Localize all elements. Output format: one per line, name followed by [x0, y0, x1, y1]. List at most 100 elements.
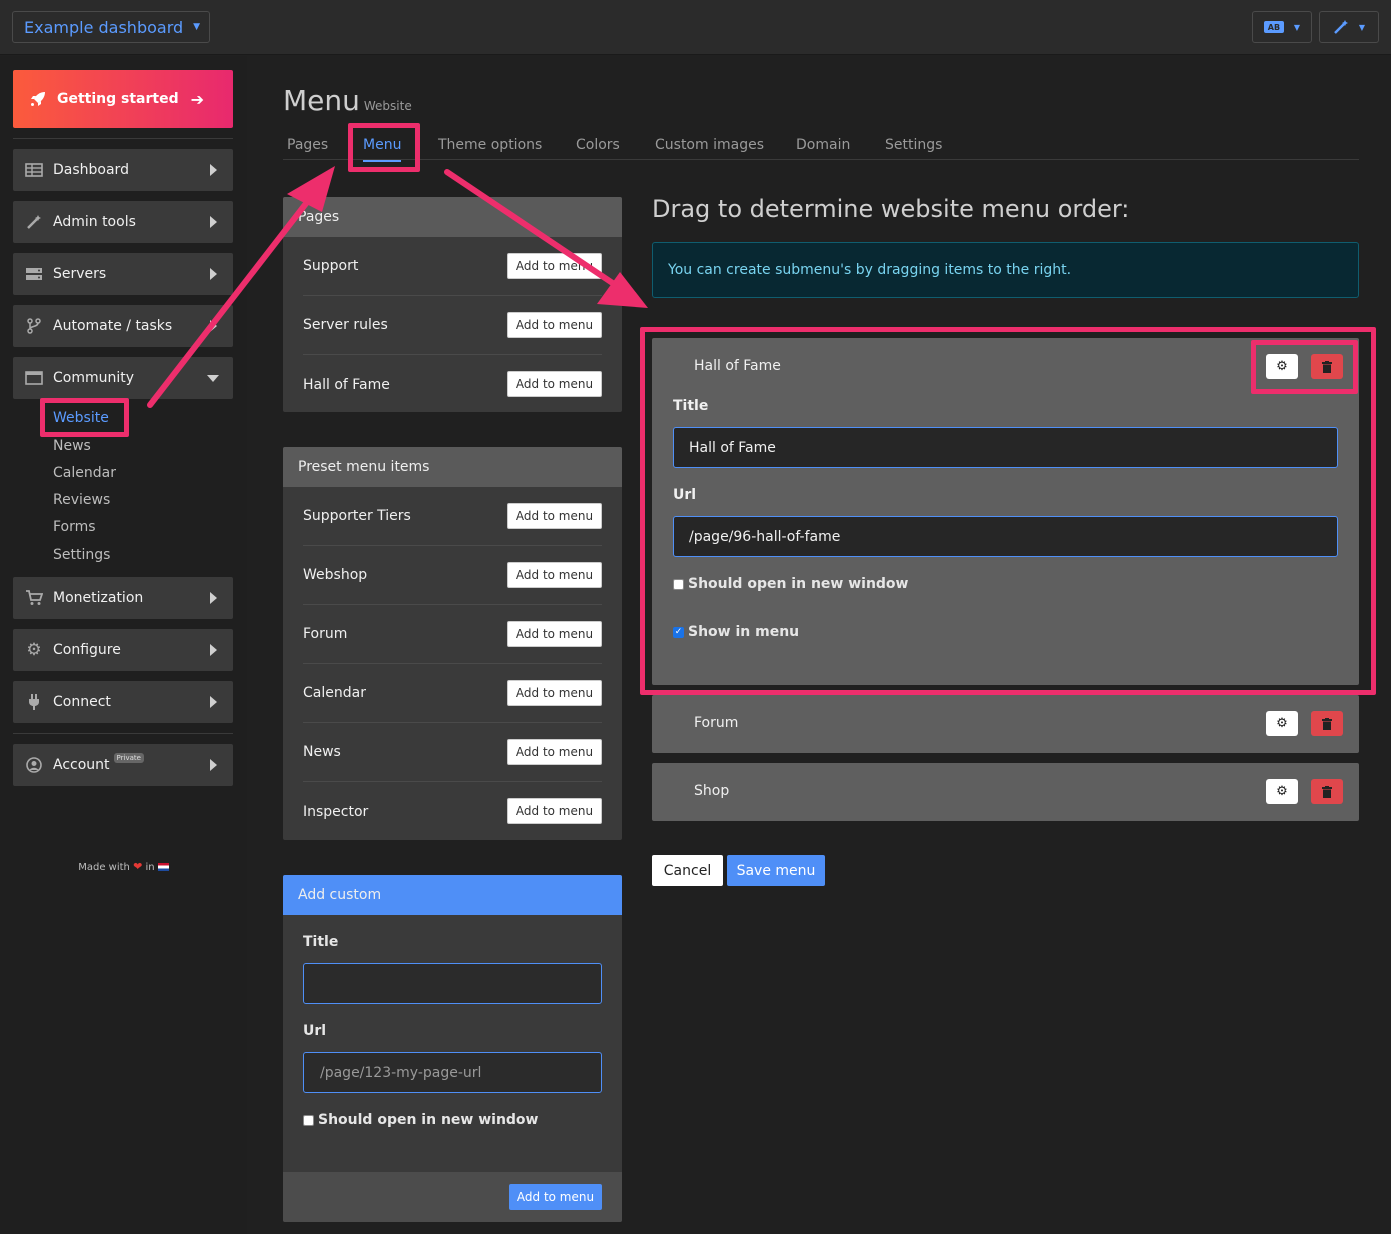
sidebar-subitem-news[interactable]: News [53, 438, 91, 454]
menu-item-shop[interactable]: Shop ⚙ [652, 763, 1359, 821]
add-to-menu-button[interactable]: Add to menu [507, 503, 602, 529]
translate-icon: AB [1264, 21, 1284, 33]
list-item: NewsAdd to menu [303, 723, 602, 782]
sidebar-item-monetization[interactable]: Monetization [13, 577, 233, 619]
sidebar-item-servers[interactable]: Servers [13, 253, 233, 295]
private-badge: Private [114, 753, 144, 763]
sidebar-item-configure[interactable]: ⚙ Configure [13, 629, 233, 671]
settings-button[interactable]: ⚙ [1266, 354, 1298, 379]
sidebar-item-admin-tools[interactable]: Admin tools [13, 201, 233, 243]
add-to-menu-button[interactable]: Add to menu [507, 739, 602, 765]
sidebar-subitem-reviews[interactable]: Reviews [53, 492, 110, 508]
add-to-menu-button[interactable]: Add to menu [507, 621, 602, 647]
getting-started-label: Getting started [57, 91, 179, 107]
settings-button[interactable]: ⚙ [1266, 711, 1298, 736]
caret-down-icon [207, 375, 219, 382]
custom-new-window-checkbox[interactable]: Should open in new window [303, 1112, 539, 1128]
add-custom-to-menu-button[interactable]: Add to menu [509, 1184, 602, 1210]
list-item: Supporter Tiers Add to menu [303, 487, 602, 546]
dashboard-select[interactable]: Example dashboard ▼ [12, 11, 210, 43]
pages-panel-header: Pages [283, 197, 622, 237]
list-item-label: Forum [303, 626, 347, 642]
custom-url-input[interactable]: /page/123-my-page-url [303, 1052, 602, 1093]
checkbox-box-checked[interactable]: ✓ [673, 627, 684, 638]
checkbox-box[interactable] [303, 1115, 314, 1126]
list-item-label: Support [303, 258, 358, 274]
pages-panel: Pages SupportAdd to menu Server rulesAdd… [283, 197, 622, 412]
page-title: MenuWebsite [283, 84, 412, 117]
divider [13, 733, 233, 734]
caret-right-icon [210, 696, 217, 708]
menu-item-url-input[interactable]: /page/96-hall-of-fame [673, 516, 1338, 557]
window-icon [25, 369, 43, 387]
sidebar-item-community[interactable]: Community [13, 357, 233, 399]
tab-custom-images[interactable]: Custom images [655, 137, 764, 153]
chevron-down-icon: ▼ [193, 22, 200, 32]
delete-button[interactable] [1311, 354, 1343, 379]
gear-icon: ⚙ [1276, 359, 1288, 374]
sidebar-item-dashboard[interactable]: Dashboard [13, 149, 233, 191]
trash-icon [1322, 361, 1332, 373]
sidebar-item-label: Connect [53, 694, 111, 710]
menu-item-expanded[interactable]: Hall of Fame ⚙ Title Hall of Fame Url /p… [652, 338, 1359, 685]
add-custom-header: Add custom [283, 875, 622, 915]
cart-icon [25, 589, 43, 607]
add-to-menu-button[interactable]: Add to menu [507, 680, 602, 706]
sidebar-item-label: Community [53, 370, 134, 386]
menu-item-title-input[interactable]: Hall of Fame [673, 427, 1338, 468]
preset-panel: Preset menu items Supporter TiersAdd to … [283, 447, 622, 840]
info-alert: You can create submenu's by dragging ite… [652, 242, 1359, 298]
sidebar-item-account[interactable]: Account Private [13, 744, 233, 786]
add-to-menu-button[interactable]: Add to menu [507, 253, 602, 279]
list-item-label: Inspector [303, 804, 368, 820]
magic-tools-button[interactable]: ▼ [1319, 11, 1379, 43]
gear-icon: ⚙ [1276, 716, 1288, 731]
arrow-right-icon: ➔ [191, 90, 204, 109]
magic-wand-icon [1333, 19, 1349, 35]
caret-right-icon [210, 644, 217, 656]
menu-item-new-window-label: Should open in new window [688, 576, 909, 592]
menu-item-url-label: Url [673, 487, 696, 503]
cancel-button[interactable]: Cancel [652, 855, 723, 886]
delete-button[interactable] [1311, 779, 1343, 804]
list-item-label: Hall of Fame [303, 377, 390, 393]
tab-menu[interactable]: Menu [363, 137, 401, 153]
sidebar-item-label: Automate / tasks [53, 318, 172, 334]
sidebar-subitem-forms[interactable]: Forms [53, 519, 96, 535]
add-to-menu-button[interactable]: Add to menu [507, 312, 602, 338]
tab-domain[interactable]: Domain [796, 137, 850, 153]
list-item-label: Supporter Tiers [303, 508, 411, 524]
sidebar-subitem-calendar[interactable]: Calendar [53, 465, 116, 481]
divider [13, 138, 233, 139]
tab-settings[interactable]: Settings [885, 137, 942, 153]
sidebar-item-label: Account [53, 757, 110, 773]
sidebar-subitem-website[interactable]: Website [53, 410, 109, 426]
save-menu-button[interactable]: Save menu [727, 855, 825, 886]
custom-title-input[interactable] [303, 963, 602, 1004]
trash-icon [1322, 718, 1332, 730]
add-to-menu-button[interactable]: Add to menu [507, 798, 602, 824]
sidebar-item-automate[interactable]: Automate / tasks [13, 305, 233, 347]
menu-item-show-label: Show in menu [688, 624, 799, 640]
server-icon [25, 265, 43, 283]
sidebar-item-connect[interactable]: Connect [13, 681, 233, 723]
pages-panel-title: Pages [298, 209, 339, 225]
getting-started-button[interactable]: Getting started ➔ [13, 70, 233, 128]
delete-button[interactable] [1311, 711, 1343, 736]
tab-theme-options[interactable]: Theme options [438, 137, 542, 153]
language-button[interactable]: AB ▼ [1252, 11, 1312, 43]
sidebar-subitem-settings[interactable]: Settings [53, 547, 110, 563]
list-item: WebshopAdd to menu [303, 546, 602, 605]
branch-icon [25, 317, 43, 335]
tab-pages[interactable]: Pages [287, 137, 328, 153]
sidebar-item-label: Monetization [53, 590, 143, 606]
menu-item-show-checkbox[interactable]: ✓ Show in menu [673, 624, 799, 640]
tab-colors[interactable]: Colors [576, 137, 620, 153]
menu-item-forum[interactable]: Forum ⚙ [652, 695, 1359, 753]
checkbox-box[interactable] [673, 579, 684, 590]
add-to-menu-button[interactable]: Add to menu [507, 371, 602, 397]
settings-button[interactable]: ⚙ [1266, 779, 1298, 804]
menu-item-new-window-checkbox[interactable]: Should open in new window [673, 576, 909, 592]
add-to-menu-button[interactable]: Add to menu [507, 562, 602, 588]
top-bar: Example dashboard ▼ AB ▼ ▼ [0, 0, 1391, 55]
